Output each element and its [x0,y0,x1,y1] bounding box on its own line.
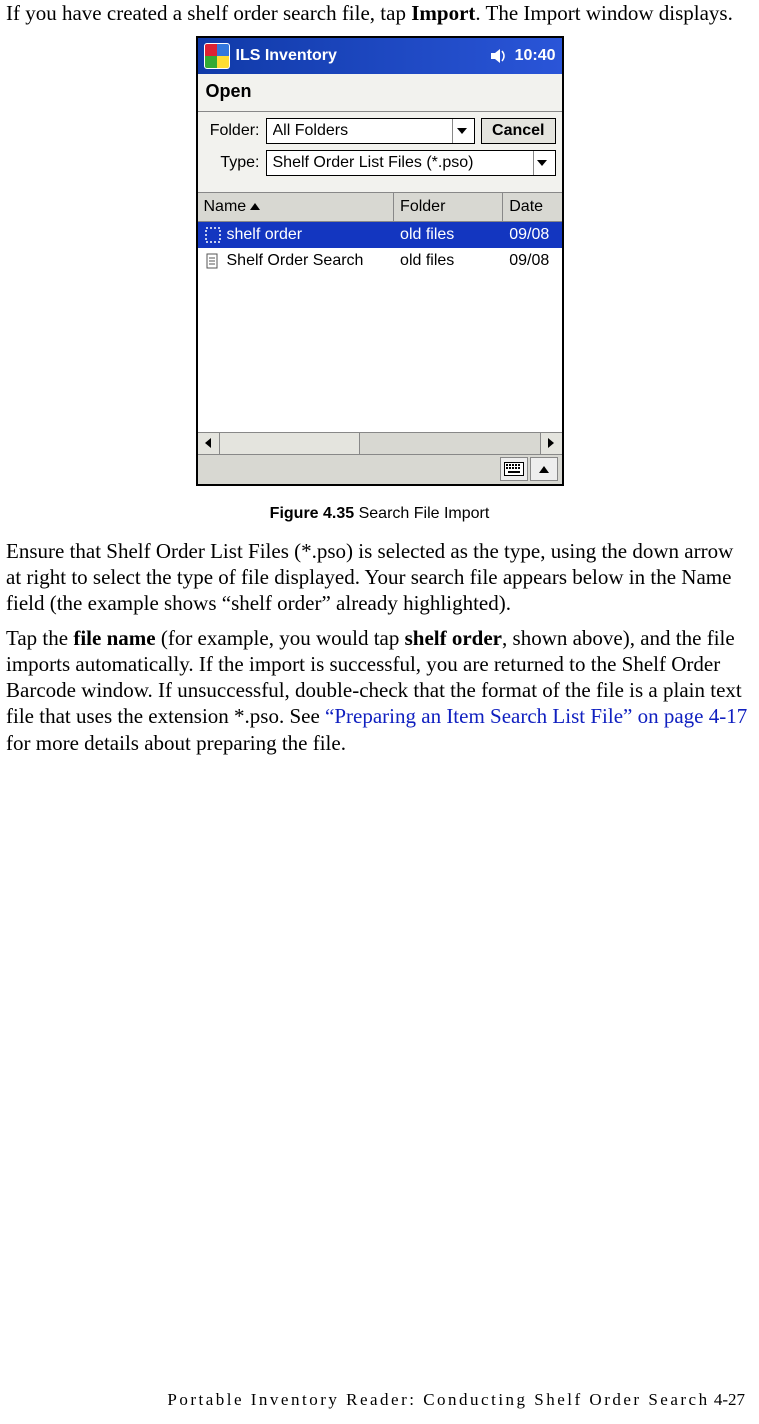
scroll-track[interactable] [220,433,540,454]
file-date: 09/08 [503,225,561,245]
scroll-left-button[interactable] [198,433,220,454]
file-folder: old files [394,251,503,271]
file-list: shelf order old files 09/08 Shelf Order … [198,222,562,432]
panel-up-button[interactable] [530,457,558,481]
type-combo[interactable]: Shelf Order List Files (*.pso) [266,150,556,176]
footer-chapter-title: Portable Inventory Reader: Conducting Sh… [167,1390,709,1409]
file-list-header: Name Folder Date [198,192,562,222]
paragraph-tap: Tap the file name (for example, you woul… [6,625,753,756]
file-name: Shelf Order Search [227,251,364,271]
file-date: 09/08 [503,251,561,271]
file-icon [204,252,222,270]
keyboard-icon[interactable] [500,457,528,481]
cancel-button[interactable]: Cancel [481,118,555,144]
figure-caption: Figure 4.35 Search File Import [6,504,753,524]
window-titlebar: ILS Inventory 10:40 [198,38,562,74]
file-icon [204,226,222,244]
intro-pre: If you have created a shelf order search… [6,1,411,25]
column-header-date[interactable]: Date [503,193,561,221]
folder-combo[interactable]: All Folders [266,118,476,144]
figure-label: Figure 4.35 [270,505,354,522]
open-dialog-form: Folder: All Folders Cancel Type: Shelf O… [198,112,562,192]
cross-reference-link[interactable]: “Preparing an Item Search List File” on … [325,704,747,728]
file-row[interactable]: Shelf Order Search old files 09/08 [198,248,562,274]
bottom-toolbar [198,454,562,484]
scroll-thumb[interactable] [220,433,361,454]
page-footer: Portable Inventory Reader: Conducting Sh… [0,1389,759,1410]
sort-asc-icon [250,203,260,210]
column-header-name-label: Name [204,197,247,217]
clock-text: 10:40 [515,46,556,66]
open-dialog-title: Open [198,74,562,112]
folder-label: Folder: [204,121,260,141]
type-label: Type: [204,153,260,173]
window-title: ILS Inventory [236,46,489,66]
chevron-down-icon[interactable] [533,151,551,175]
column-header-folder[interactable]: Folder [394,193,503,221]
footer-page-number: 4-27 [714,1390,745,1409]
file-name: shelf order [227,225,303,245]
type-combo-value: Shelf Order List Files (*.pso) [273,153,533,173]
speaker-icon [489,47,511,65]
device-screenshot: ILS Inventory 10:40 Open Folder: All Fol… [196,36,564,486]
paragraph-ensure: Ensure that Shelf Order List Files (*.ps… [6,538,753,617]
chevron-down-icon[interactable] [452,119,470,143]
column-header-name[interactable]: Name [198,193,395,221]
file-row[interactable]: shelf order old files 09/08 [198,222,562,248]
intro-bold: Import [411,1,475,25]
figure-caption-text: Search File Import [354,505,489,522]
file-folder: old files [394,225,503,245]
intro-post: . The Import window displays. [475,1,732,25]
horizontal-scrollbar[interactable] [198,432,562,454]
windows-logo-icon [204,43,230,69]
scroll-right-button[interactable] [540,433,562,454]
intro-paragraph: If you have created a shelf order search… [6,0,753,26]
folder-combo-value: All Folders [273,121,453,141]
